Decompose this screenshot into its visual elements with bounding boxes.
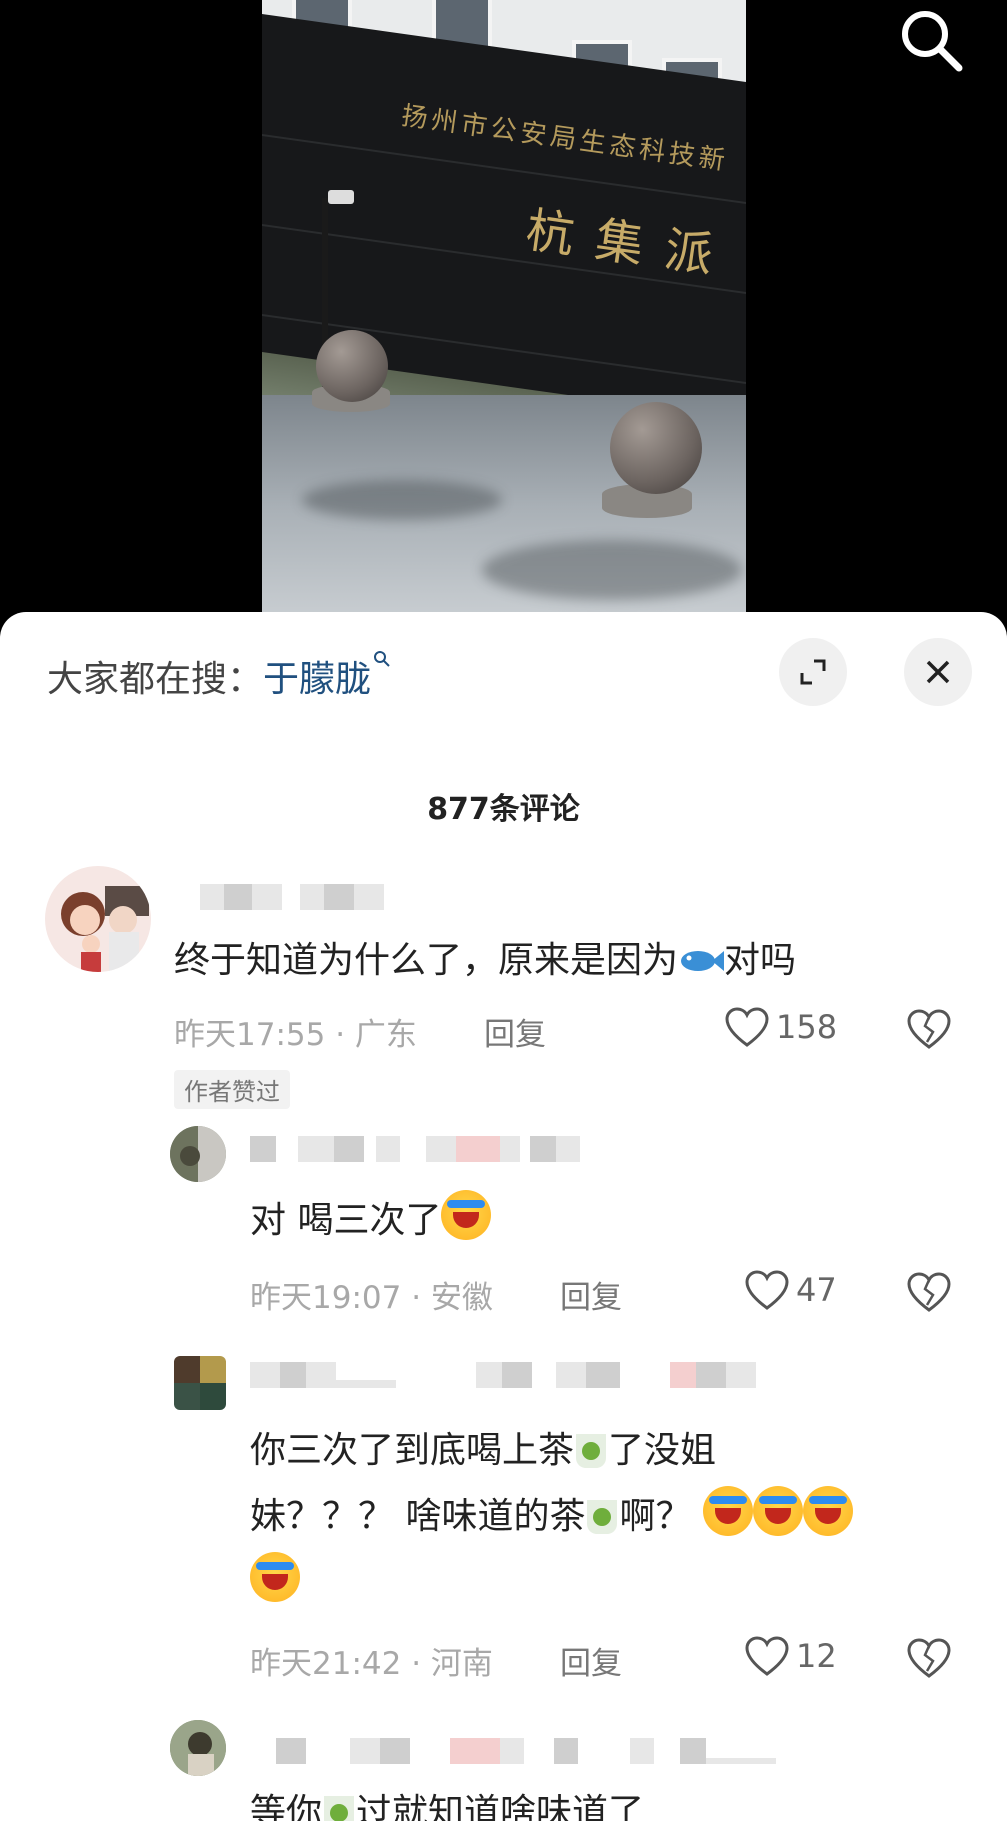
avatar[interactable]: [174, 1356, 226, 1410]
comment-time-location: 昨天17:55 · 广东: [174, 1017, 417, 1053]
like-count: 12: [796, 1637, 837, 1675]
avatar[interactable]: [170, 1126, 226, 1182]
username-blurred[interactable]: [270, 1738, 790, 1764]
video-frame: 扬州市公安局生态科技新 杭集派: [262, 0, 746, 615]
broken-heart-icon[interactable]: [906, 1637, 952, 1679]
like-button[interactable]: 47: [744, 1269, 837, 1311]
heart-icon: [745, 1270, 789, 1310]
comment-text: 等你 过就知道啥味道了: [250, 1780, 644, 1821]
broken-heart-icon[interactable]: [906, 1271, 952, 1313]
laughing-crying-emoji: [250, 1552, 300, 1602]
like-button[interactable]: 158: [724, 1006, 837, 1048]
broken-heart-icon[interactable]: [906, 1008, 952, 1050]
comment-count: 877条评论: [427, 792, 580, 827]
reply-button[interactable]: 回复: [560, 1272, 622, 1317]
video-player[interactable]: 扬州市公安局生态科技新 杭集派: [0, 0, 1007, 640]
reply-button[interactable]: 回复: [484, 1009, 546, 1054]
laughing-crying-emoji: [703, 1486, 754, 1536]
author-liked-badge: 作者赞过: [174, 1070, 290, 1109]
like-count: 47: [796, 1271, 837, 1309]
comment-text: 终于知道为什么了，原来是因为 对吗: [174, 940, 797, 981]
like-button[interactable]: 12: [744, 1635, 837, 1677]
tea-cup-emoji: [576, 1434, 607, 1468]
stone-ball: [316, 330, 388, 402]
reply-button[interactable]: 回复: [560, 1638, 622, 1683]
heart-icon: [745, 1636, 789, 1676]
search-icon[interactable]: [897, 6, 967, 76]
username-blurred[interactable]: [200, 884, 420, 910]
trending-prefix: 大家都在搜：: [47, 659, 264, 700]
expand-icon: [800, 659, 826, 685]
username-blurred[interactable]: [250, 1362, 780, 1388]
comment-time-location: 昨天21:42 · 河南: [250, 1646, 493, 1682]
laughing-crying-emoji: [441, 1190, 492, 1240]
trending-keyword[interactable]: 于朦胧: [263, 659, 371, 700]
small-search-icon: [374, 651, 390, 667]
laughing-crying-emoji: [753, 1486, 804, 1536]
heart-icon: [725, 1007, 769, 1047]
tea-cup-emoji: [587, 1500, 618, 1534]
trending-search[interactable]: 大家都在搜：于朦胧: [47, 650, 391, 702]
comment-time-location: 昨天19:07 · 安徽: [250, 1280, 493, 1316]
close-button[interactable]: [904, 638, 972, 706]
avatar[interactable]: [45, 866, 151, 972]
stone-ball: [610, 402, 702, 494]
security-camera: [328, 190, 354, 204]
close-icon: [926, 660, 950, 684]
expand-button[interactable]: [779, 638, 847, 706]
avatar[interactable]: [170, 1720, 226, 1776]
comment-sheet: 大家都在搜：于朦胧 877条评论 终于知道为什么了，原来是因为 对吗 昨天17:5…: [0, 612, 1007, 1821]
comment-text: 对 喝三次了: [250, 1188, 492, 1254]
tea-cup-emoji: [324, 1796, 355, 1821]
fish-icon: [681, 951, 725, 971]
comment-text: 你三次了到底喝上茶 了没姐 妹？？？ 啥味道的茶 啊？: [250, 1418, 970, 1616]
like-count: 158: [776, 1008, 838, 1046]
laughing-crying-emoji: [803, 1486, 854, 1536]
username-blurred[interactable]: [250, 1136, 580, 1162]
